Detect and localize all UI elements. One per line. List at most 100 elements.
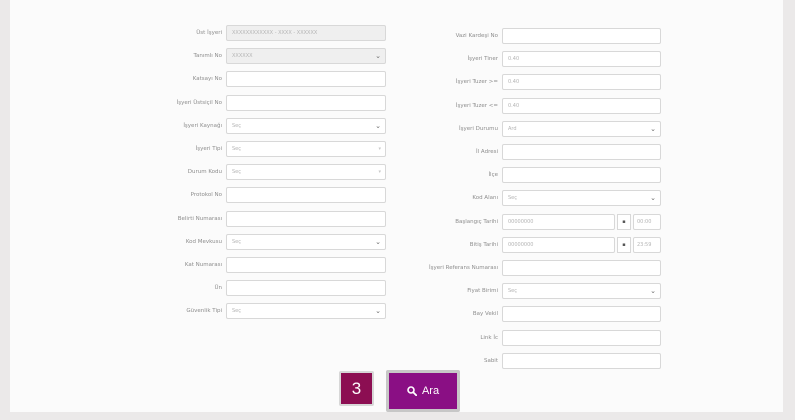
time-value: 23:59 — [637, 241, 652, 248]
field-label: İşyeri Tiner — [467, 56, 498, 63]
chevron-down-icon: ⌄ — [650, 287, 656, 296]
field-value: Seç — [508, 288, 517, 295]
form-row-fiyat-birimi: Fiyat Birimi Seç ⌄ — [410, 282, 783, 300]
search-form-panel: Üst İşyeri XXXXXXXXXXXX - XXXX - XXXXXX Ta… — [10, 0, 783, 412]
field-value: 00000000 — [508, 218, 534, 225]
input-protokol-no[interactable] — [226, 187, 386, 204]
calendar-icon[interactable]: ▪ — [617, 213, 631, 230]
input-ust-isyeri: XXXXXXXXXXXX - XXXX - XXXXXX — [226, 25, 386, 41]
field-value: 0.40 — [508, 102, 520, 109]
form-row-kat-numaras: Kat Numarası — [10, 256, 410, 274]
form-row-bitis-tarihi: Bitiş Tarihi 00000000 ▪ 23:59 — [410, 236, 783, 254]
form-row-kod-mevkusu: Kod Mevkusu Seç ⌄ — [10, 233, 410, 251]
input-isyeri-tuzer[interactable]: 0.40 — [502, 97, 661, 114]
form-row-isyeri-referans-numaras: İşyeri Referans Numarası — [410, 259, 783, 277]
chevron-down-icon: ⌄ — [375, 121, 381, 130]
field-value: Seç — [232, 146, 241, 152]
select-guvenlik-tipi[interactable]: Seç ⌄ — [226, 303, 386, 320]
input-katsay-no[interactable] — [226, 71, 386, 88]
search-button-label: Ara — [421, 385, 440, 397]
chevron-down-icon: ▾ — [378, 169, 381, 176]
field-value: Seç — [232, 122, 241, 129]
field-label: Kod Mevkusu — [185, 238, 222, 245]
input-link-ic[interactable] — [502, 329, 661, 346]
form-row-link-ic: Link İc — [410, 329, 783, 347]
form-row-belirti-numaras: Belirti Numarası — [10, 210, 410, 228]
date-field-bitis-tarihi[interactable]: 00000000 — [502, 236, 615, 253]
field-value: 00000000 — [508, 241, 534, 248]
date-field-baslang-c-tarihi[interactable]: 00000000 — [502, 213, 615, 230]
field-label: Fiyat Birimi — [467, 288, 498, 295]
field-label: Sabit — [483, 357, 498, 364]
time-field[interactable]: 23:59 — [633, 236, 661, 253]
field-label: Üst İşyeri — [196, 30, 222, 36]
input-isyeri-tuzer[interactable]: 0.40 — [502, 74, 661, 91]
field-label: Kod Alanı — [472, 195, 498, 202]
form-row-katsay-no: Katsayı No — [10, 70, 410, 88]
form-row-ilce: İlçe — [410, 166, 783, 184]
field-label: Link İc — [480, 334, 498, 341]
form-row-il-adresi: İl Adresi — [410, 143, 783, 161]
field-label: Kat Numarası — [184, 262, 222, 268]
input-isyeri-tiner[interactable]: 0.40 — [502, 51, 661, 68]
chevron-down-icon: ⌄ — [650, 124, 656, 133]
form-row-kod-alan: Kod Alanı Seç ⌄ — [410, 189, 783, 207]
form-row-isyeri-ustsicil-no: İşyeri Üstsiçil No — [10, 94, 410, 112]
time-field[interactable]: 00:00 — [633, 213, 661, 230]
chevron-down-icon: ▾ — [378, 146, 381, 152]
select-kod-mevkusu[interactable]: Seç ⌄ — [226, 233, 386, 250]
input-sabit[interactable] — [502, 352, 661, 369]
select-isyeri-kaynag[interactable]: Seç ⌄ — [226, 117, 386, 134]
select-kod-alan[interactable]: Seç ⌄ — [502, 190, 661, 207]
field-value: Seç — [232, 238, 241, 245]
form-row-baslang-c-tarihi: Başlangıç Tarihi 00000000 ▪ 00:00 — [410, 213, 783, 231]
form-row-isyeri-kaynag: İşyeri Kaynağı Seç ⌄ — [10, 117, 410, 135]
field-label: Güvenlik Tipi — [186, 308, 222, 315]
form-row-sabit: Sabit — [410, 352, 783, 370]
field-value: 0.40 — [508, 79, 520, 86]
field-label: İşyeri Durumu — [459, 125, 498, 132]
select-isyeri-tipi[interactable]: Seç ▾ — [226, 141, 386, 157]
form-row-bay-vekil: Bay Vekil — [410, 305, 783, 323]
chevron-down-icon: ⌄ — [375, 307, 381, 316]
input-isyeri-referans-numaras[interactable] — [502, 260, 661, 276]
form-row-protokol-no: Protokol No — [10, 186, 410, 204]
field-label: İlçe — [488, 172, 498, 179]
select-isyeri-durumu[interactable]: Ard ⌄ — [502, 120, 661, 137]
field-value: XXXXXX — [232, 53, 253, 60]
select-durum-kodu[interactable]: Seç ▾ — [226, 164, 386, 181]
field-label: İşyeri Tipi — [195, 146, 222, 152]
field-label: Ün — [214, 285, 222, 292]
form-row-guvenlik-tipi: Güvenlik Tipi Seç ⌄ — [10, 302, 410, 320]
field-label: Bitiş Tarihi — [469, 241, 498, 248]
field-value: Ard — [508, 125, 517, 132]
input-ilce[interactable] — [502, 167, 661, 184]
field-value: XXXXXXXXXXXX - XXXX - XXXXXX — [232, 30, 318, 36]
input-bay-vekil[interactable] — [502, 306, 661, 323]
input-vazi-kardesi-no[interactable] — [502, 28, 661, 44]
input-kat-numaras[interactable] — [226, 257, 386, 273]
field-value: Seç — [232, 308, 241, 315]
select-fiyat-birimi[interactable]: Seç ⌄ — [502, 283, 661, 300]
field-value: Seç — [232, 169, 241, 176]
field-label: İşyeri Kaynağı — [183, 122, 222, 129]
input-isyeri-ustsicil-no[interactable] — [226, 94, 386, 111]
input-belirti-numaras[interactable] — [226, 210, 386, 227]
form-row-un: Ün — [10, 279, 410, 297]
calendar-icon[interactable]: ▪ — [617, 236, 631, 253]
form-row-isyeri-tipi: İşyeri Tipi Seç ▾ — [10, 140, 410, 158]
search-button[interactable]: Ara — [386, 370, 460, 412]
field-label: Durum Kodu — [187, 169, 222, 176]
field-label: İşyeri Tuzer <= — [455, 102, 498, 109]
input-un[interactable] — [226, 280, 386, 297]
select-tan-ml-no: XXXXXX ⌄ — [226, 48, 386, 65]
form-row-tan-ml-no: Tanımlı No XXXXXX ⌄ — [10, 47, 410, 65]
field-label: İşyeri Üstsiçil No — [176, 99, 222, 106]
form-row-vazi-kardesi-no: Vazi Kardeşi No — [410, 27, 783, 45]
field-label: Vazi Kardeşi No — [455, 33, 498, 39]
form-row-ust-isyeri: Üst İşyeri XXXXXXXXXXXX - XXXX - XXXXXX — [10, 24, 410, 42]
input-il-adresi[interactable] — [502, 144, 661, 160]
form-row-isyeri-tiner: İşyeri Tiner 0.40 — [410, 50, 783, 68]
search-icon — [407, 386, 417, 396]
field-label: Protokol No — [190, 192, 222, 199]
